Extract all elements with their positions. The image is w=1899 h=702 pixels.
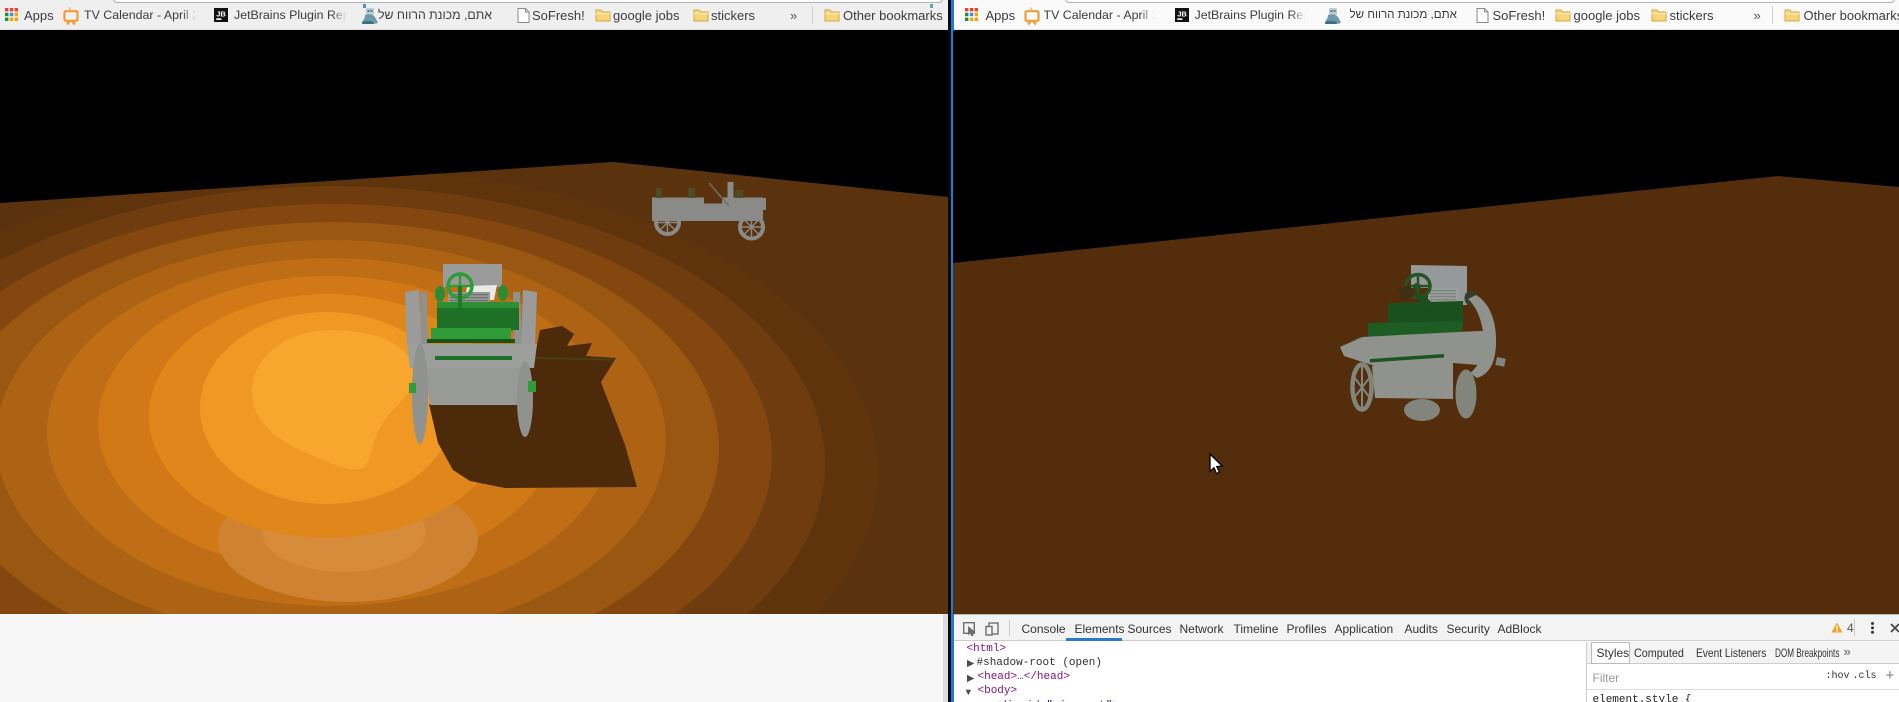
- svg-text:JB: JB: [1177, 9, 1187, 18]
- svg-text:JB: JB: [216, 9, 226, 18]
